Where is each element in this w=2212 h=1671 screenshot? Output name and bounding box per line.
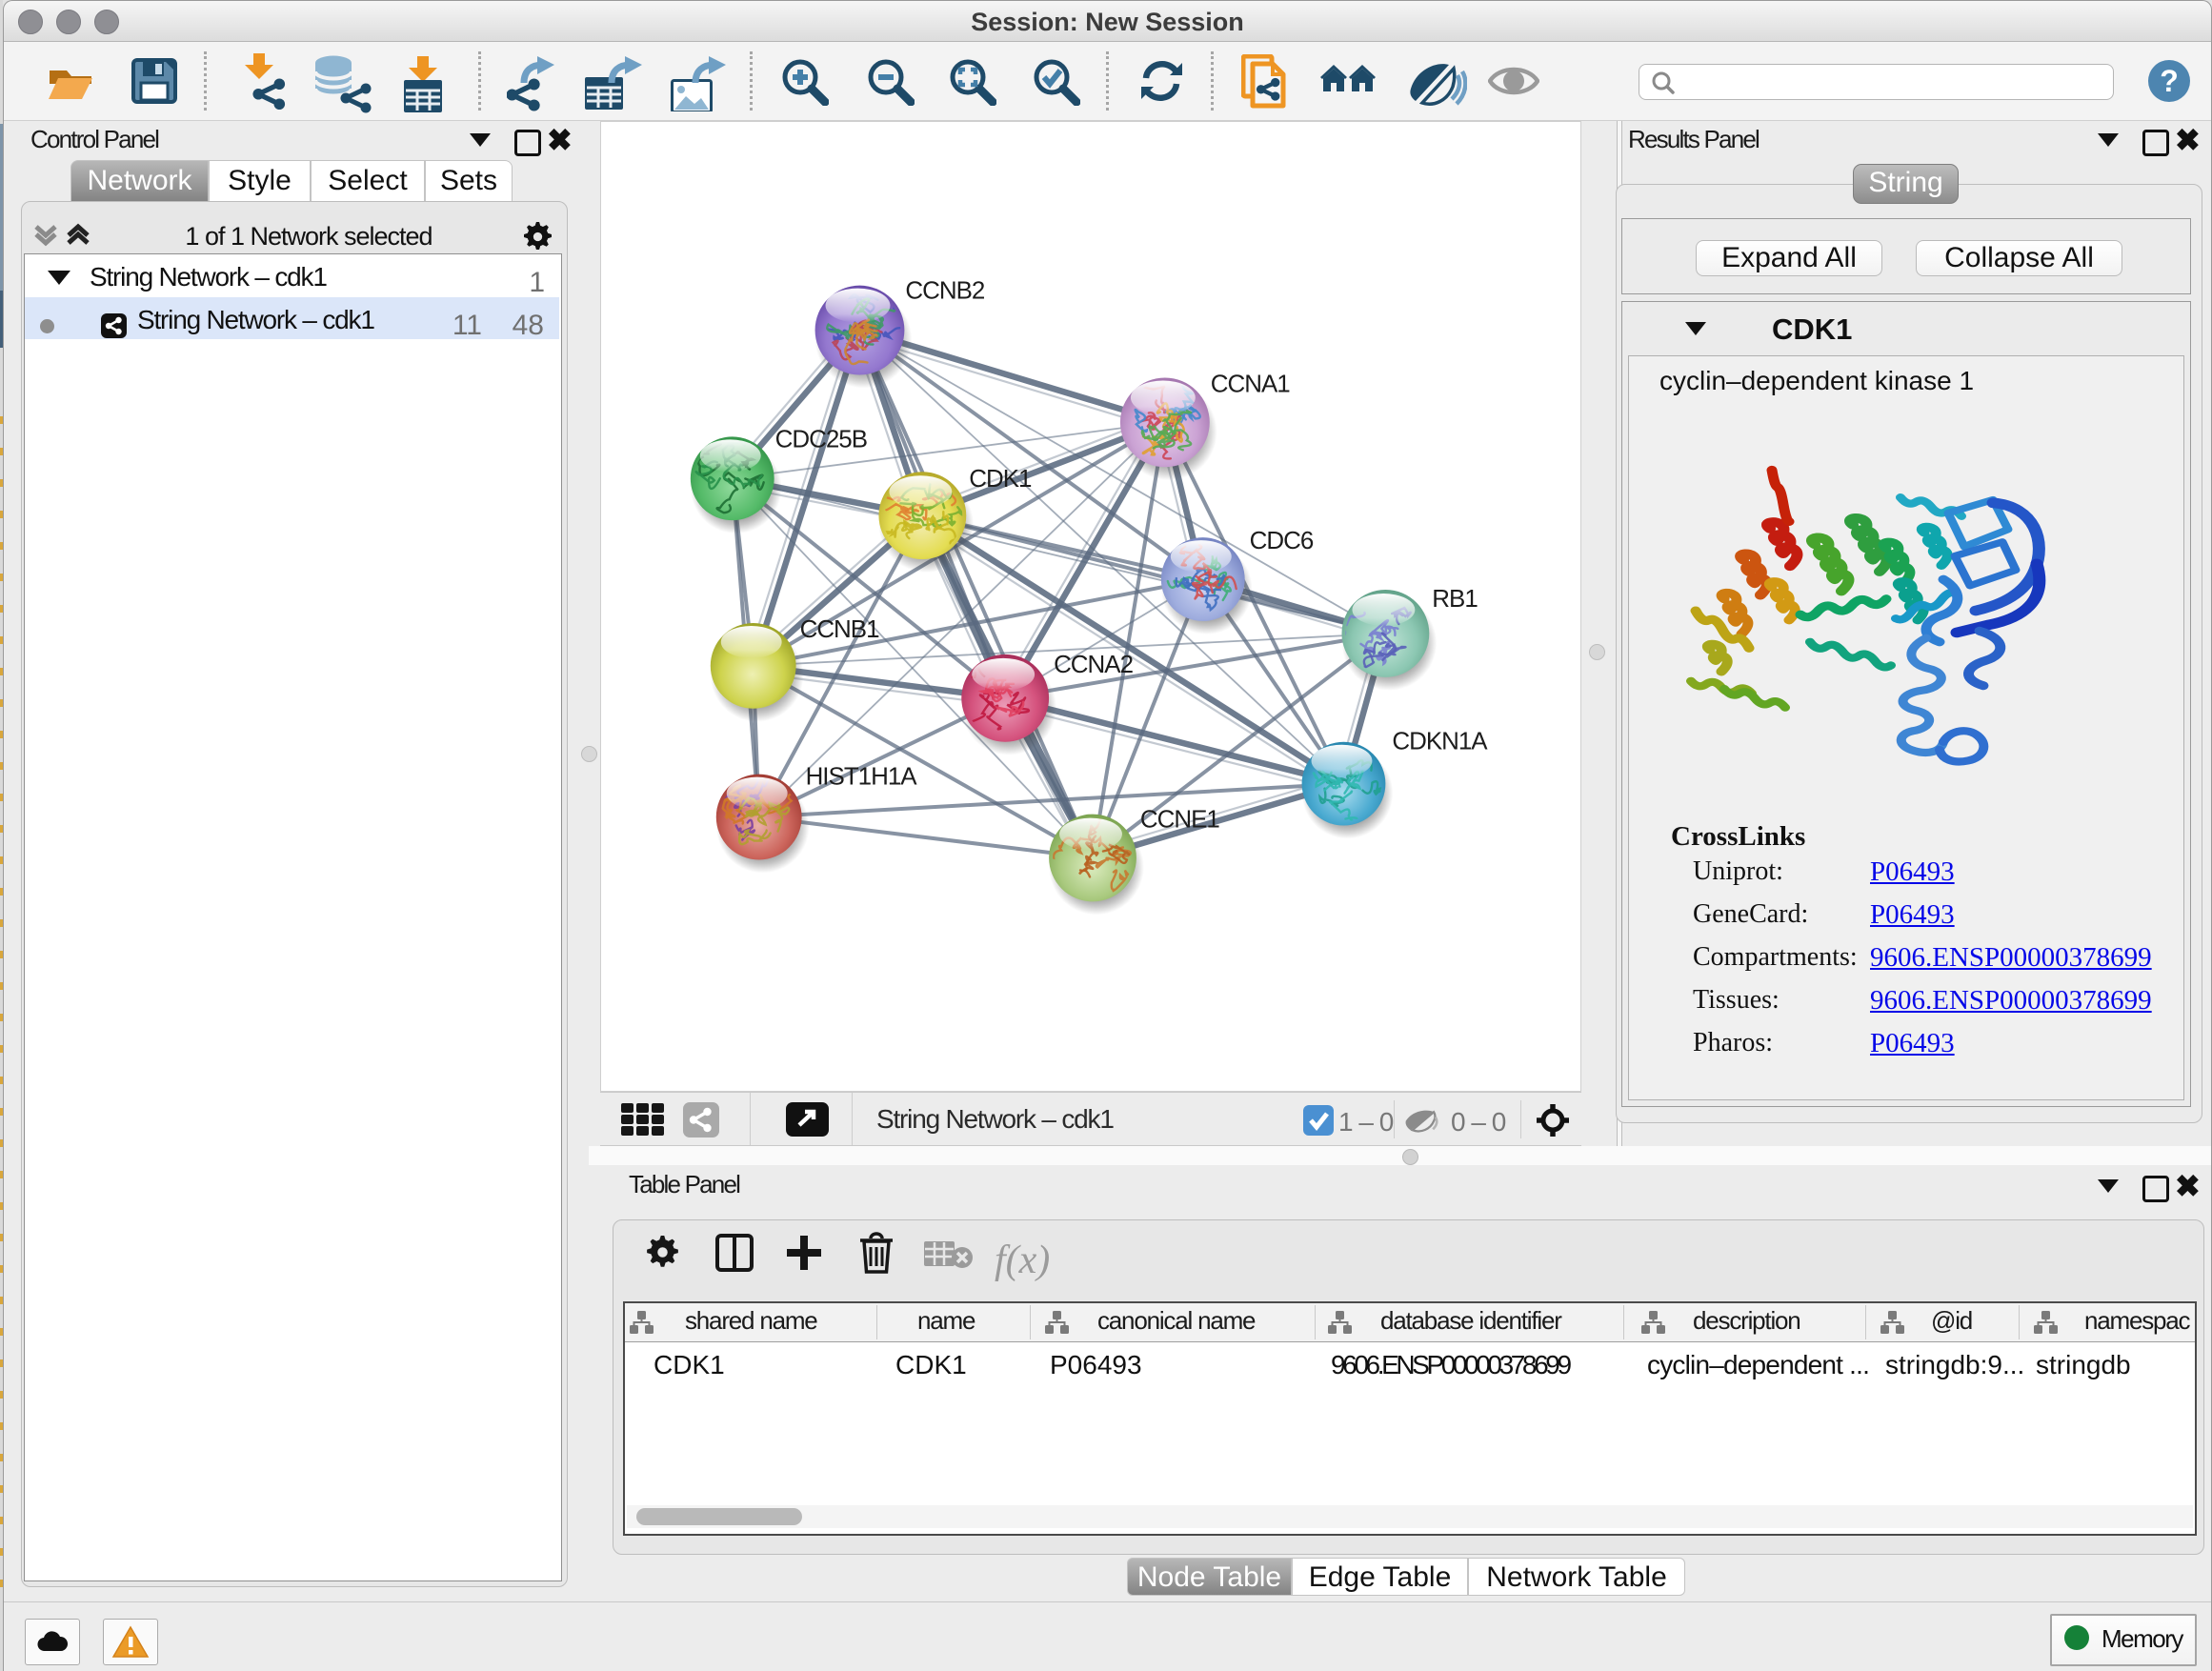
svg-text:CDK1: CDK1: [969, 466, 1032, 493]
svg-text:CDC25B: CDC25B: [775, 426, 867, 453]
svg-text:CCNA1: CCNA1: [1211, 371, 1291, 397]
svg-text:CDKN1A: CDKN1A: [1392, 729, 1488, 755]
svg-text:RB1: RB1: [1432, 586, 1478, 613]
svg-text:?: ?: [2160, 64, 2179, 98]
svg-text:CCNB2: CCNB2: [905, 278, 985, 305]
svg-text:CCNB1: CCNB1: [800, 616, 880, 643]
svg-text:HIST1H1A: HIST1H1A: [806, 764, 918, 791]
svg-text:CDC6: CDC6: [1250, 528, 1314, 554]
svg-text:CCNA2: CCNA2: [1054, 652, 1134, 678]
svg-text:CCNE1: CCNE1: [1140, 807, 1220, 834]
